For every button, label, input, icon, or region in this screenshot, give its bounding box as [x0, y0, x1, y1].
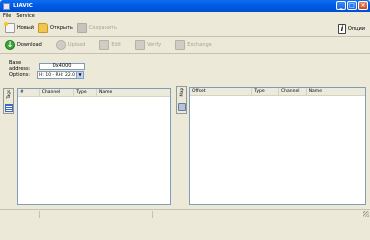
map-table[interactable]: Offset Type Channel Name — [189, 87, 366, 205]
resize-grip-icon[interactable] — [363, 211, 369, 217]
menu-service[interactable]: Service — [16, 13, 34, 19]
exchange-icon — [175, 40, 186, 50]
status-divider — [152, 211, 153, 218]
tags-table[interactable]: # Channel Type Name — [17, 88, 171, 205]
download-label: Download — [17, 42, 42, 48]
new-button[interactable]: Новый — [3, 22, 36, 35]
open-button[interactable]: Открыть — [36, 22, 75, 35]
tab-map-label: Map — [179, 88, 184, 97]
title-bar: LIAVIC _ □ × — [0, 0, 370, 12]
action-toolbar: ↓ Download Upload Edit Verify Exchange — [0, 37, 370, 54]
main-toolbar: Новый Открыть Сохранить — [0, 20, 370, 37]
verify-icon — [135, 40, 146, 50]
column-header-type[interactable]: Type — [74, 89, 97, 96]
save-label: Сохранить — [88, 25, 117, 31]
map-table-header: Offset Type Channel Name — [190, 88, 365, 96]
upload-label: Upload — [67, 42, 86, 48]
open-label: Открыть — [49, 25, 73, 31]
download-arrow-icon: ↓ — [5, 40, 15, 50]
save-button[interactable]: Сохранить — [75, 22, 119, 35]
status-bar — [0, 209, 370, 218]
edit-icon — [99, 40, 110, 50]
upload-button[interactable]: Upload — [54, 39, 88, 52]
minimize-button[interactable]: _ — [336, 1, 346, 10]
close-button[interactable]: × — [358, 1, 368, 10]
exchange-label: Exchange — [187, 42, 212, 48]
column-header-channel[interactable]: Channel — [279, 88, 307, 95]
info-icon: i — [337, 23, 346, 34]
new-label: Новый — [17, 25, 34, 31]
verify-button[interactable]: Verify — [133, 39, 163, 52]
disk-icon — [178, 103, 186, 111]
folder-open-icon — [37, 23, 48, 33]
save-disk-icon — [76, 23, 87, 33]
verify-label: Verify — [147, 42, 162, 48]
download-button[interactable]: ↓ Download — [3, 39, 44, 52]
column-header-type[interactable]: Type — [252, 88, 279, 95]
table-icon — [5, 104, 13, 112]
chevron-down-icon[interactable]: ▼ — [76, 72, 83, 78]
options-select[interactable]: H: 10 - RH: 22.0 ▼ — [37, 71, 84, 79]
status-divider — [39, 211, 40, 218]
exchange-button[interactable]: Exchange — [173, 39, 213, 52]
menu-file[interactable]: File — [3, 13, 11, 19]
column-header-name[interactable]: Name — [97, 89, 170, 96]
options-row: Options: H: 10 - RH: 22.0 ▼ — [9, 71, 84, 79]
tab-tags[interactable]: Tags — [3, 88, 14, 114]
new-file-icon — [4, 22, 15, 33]
tags-table-header: # Channel Type Name — [18, 89, 170, 97]
options-button[interactable]: i Опции — [336, 22, 367, 35]
window-title: LIAVIC — [13, 3, 33, 9]
column-header-name[interactable]: Name — [307, 88, 365, 95]
window-controls: _ □ × — [336, 1, 368, 10]
upload-arrow-icon — [55, 40, 66, 50]
column-header-index[interactable]: # — [18, 89, 40, 96]
menu-bar: File Service — [0, 12, 370, 20]
app-icon — [3, 2, 10, 10]
options-label: Опции — [347, 25, 365, 32]
options-field-label: Options: — [9, 72, 30, 78]
column-header-offset[interactable]: Offset — [190, 88, 253, 95]
column-header-channel[interactable]: Channel — [40, 89, 75, 96]
base-address-input[interactable]: 0x4000 — [39, 62, 85, 70]
tab-tags-label: Tags — [6, 90, 11, 99]
options-select-value: H: 10 - RH: 22.0 — [39, 72, 76, 78]
edit-button[interactable]: Edit — [97, 39, 123, 52]
tab-map[interactable]: Map — [176, 86, 187, 114]
edit-label: Edit — [111, 42, 122, 48]
maximize-button[interactable]: □ — [347, 1, 357, 10]
